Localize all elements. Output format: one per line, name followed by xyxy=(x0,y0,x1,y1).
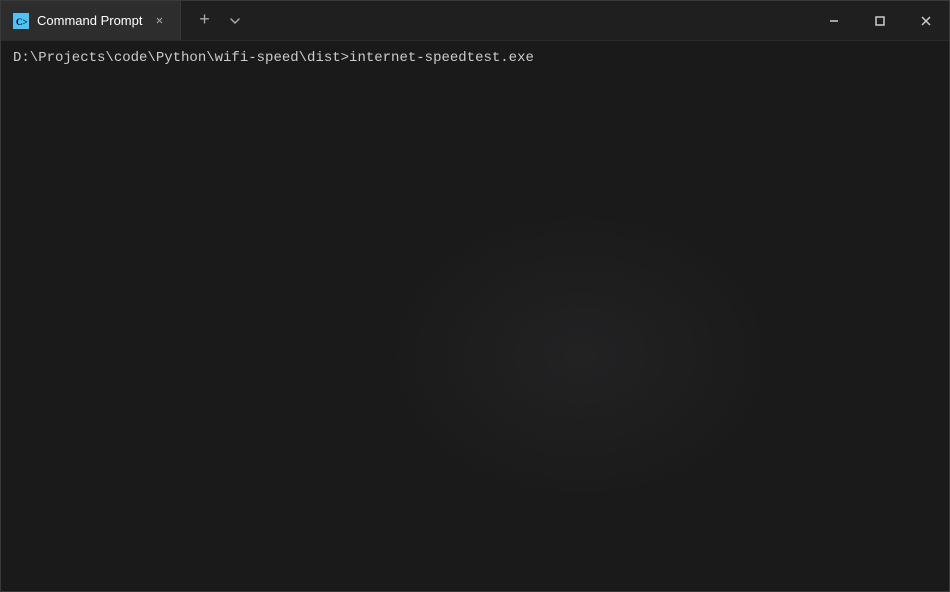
close-button[interactable] xyxy=(903,1,949,40)
tab-area: C> Command Prompt ✕ + xyxy=(1,1,811,40)
terminal-body[interactable]: D:\Projects\code\Python\wifi-speed\dist>… xyxy=(1,41,949,591)
active-tab[interactable]: C> Command Prompt ✕ xyxy=(1,1,181,40)
window-controls xyxy=(811,1,949,40)
terminal-prompt-line: D:\Projects\code\Python\wifi-speed\dist>… xyxy=(13,49,937,69)
titlebar-actions: + xyxy=(181,1,255,40)
tab-dropdown-button[interactable] xyxy=(223,6,247,36)
new-tab-button[interactable]: + xyxy=(189,6,219,36)
tab-label: Command Prompt xyxy=(37,13,142,28)
svg-text:C>: C> xyxy=(16,17,28,27)
maximize-button[interactable] xyxy=(857,1,903,40)
tab-close-button[interactable]: ✕ xyxy=(150,12,168,30)
tab-app-icon: C> xyxy=(13,13,29,29)
window: C> Command Prompt ✕ + xyxy=(0,0,950,592)
minimize-button[interactable] xyxy=(811,1,857,40)
titlebar: C> Command Prompt ✕ + xyxy=(1,1,949,41)
